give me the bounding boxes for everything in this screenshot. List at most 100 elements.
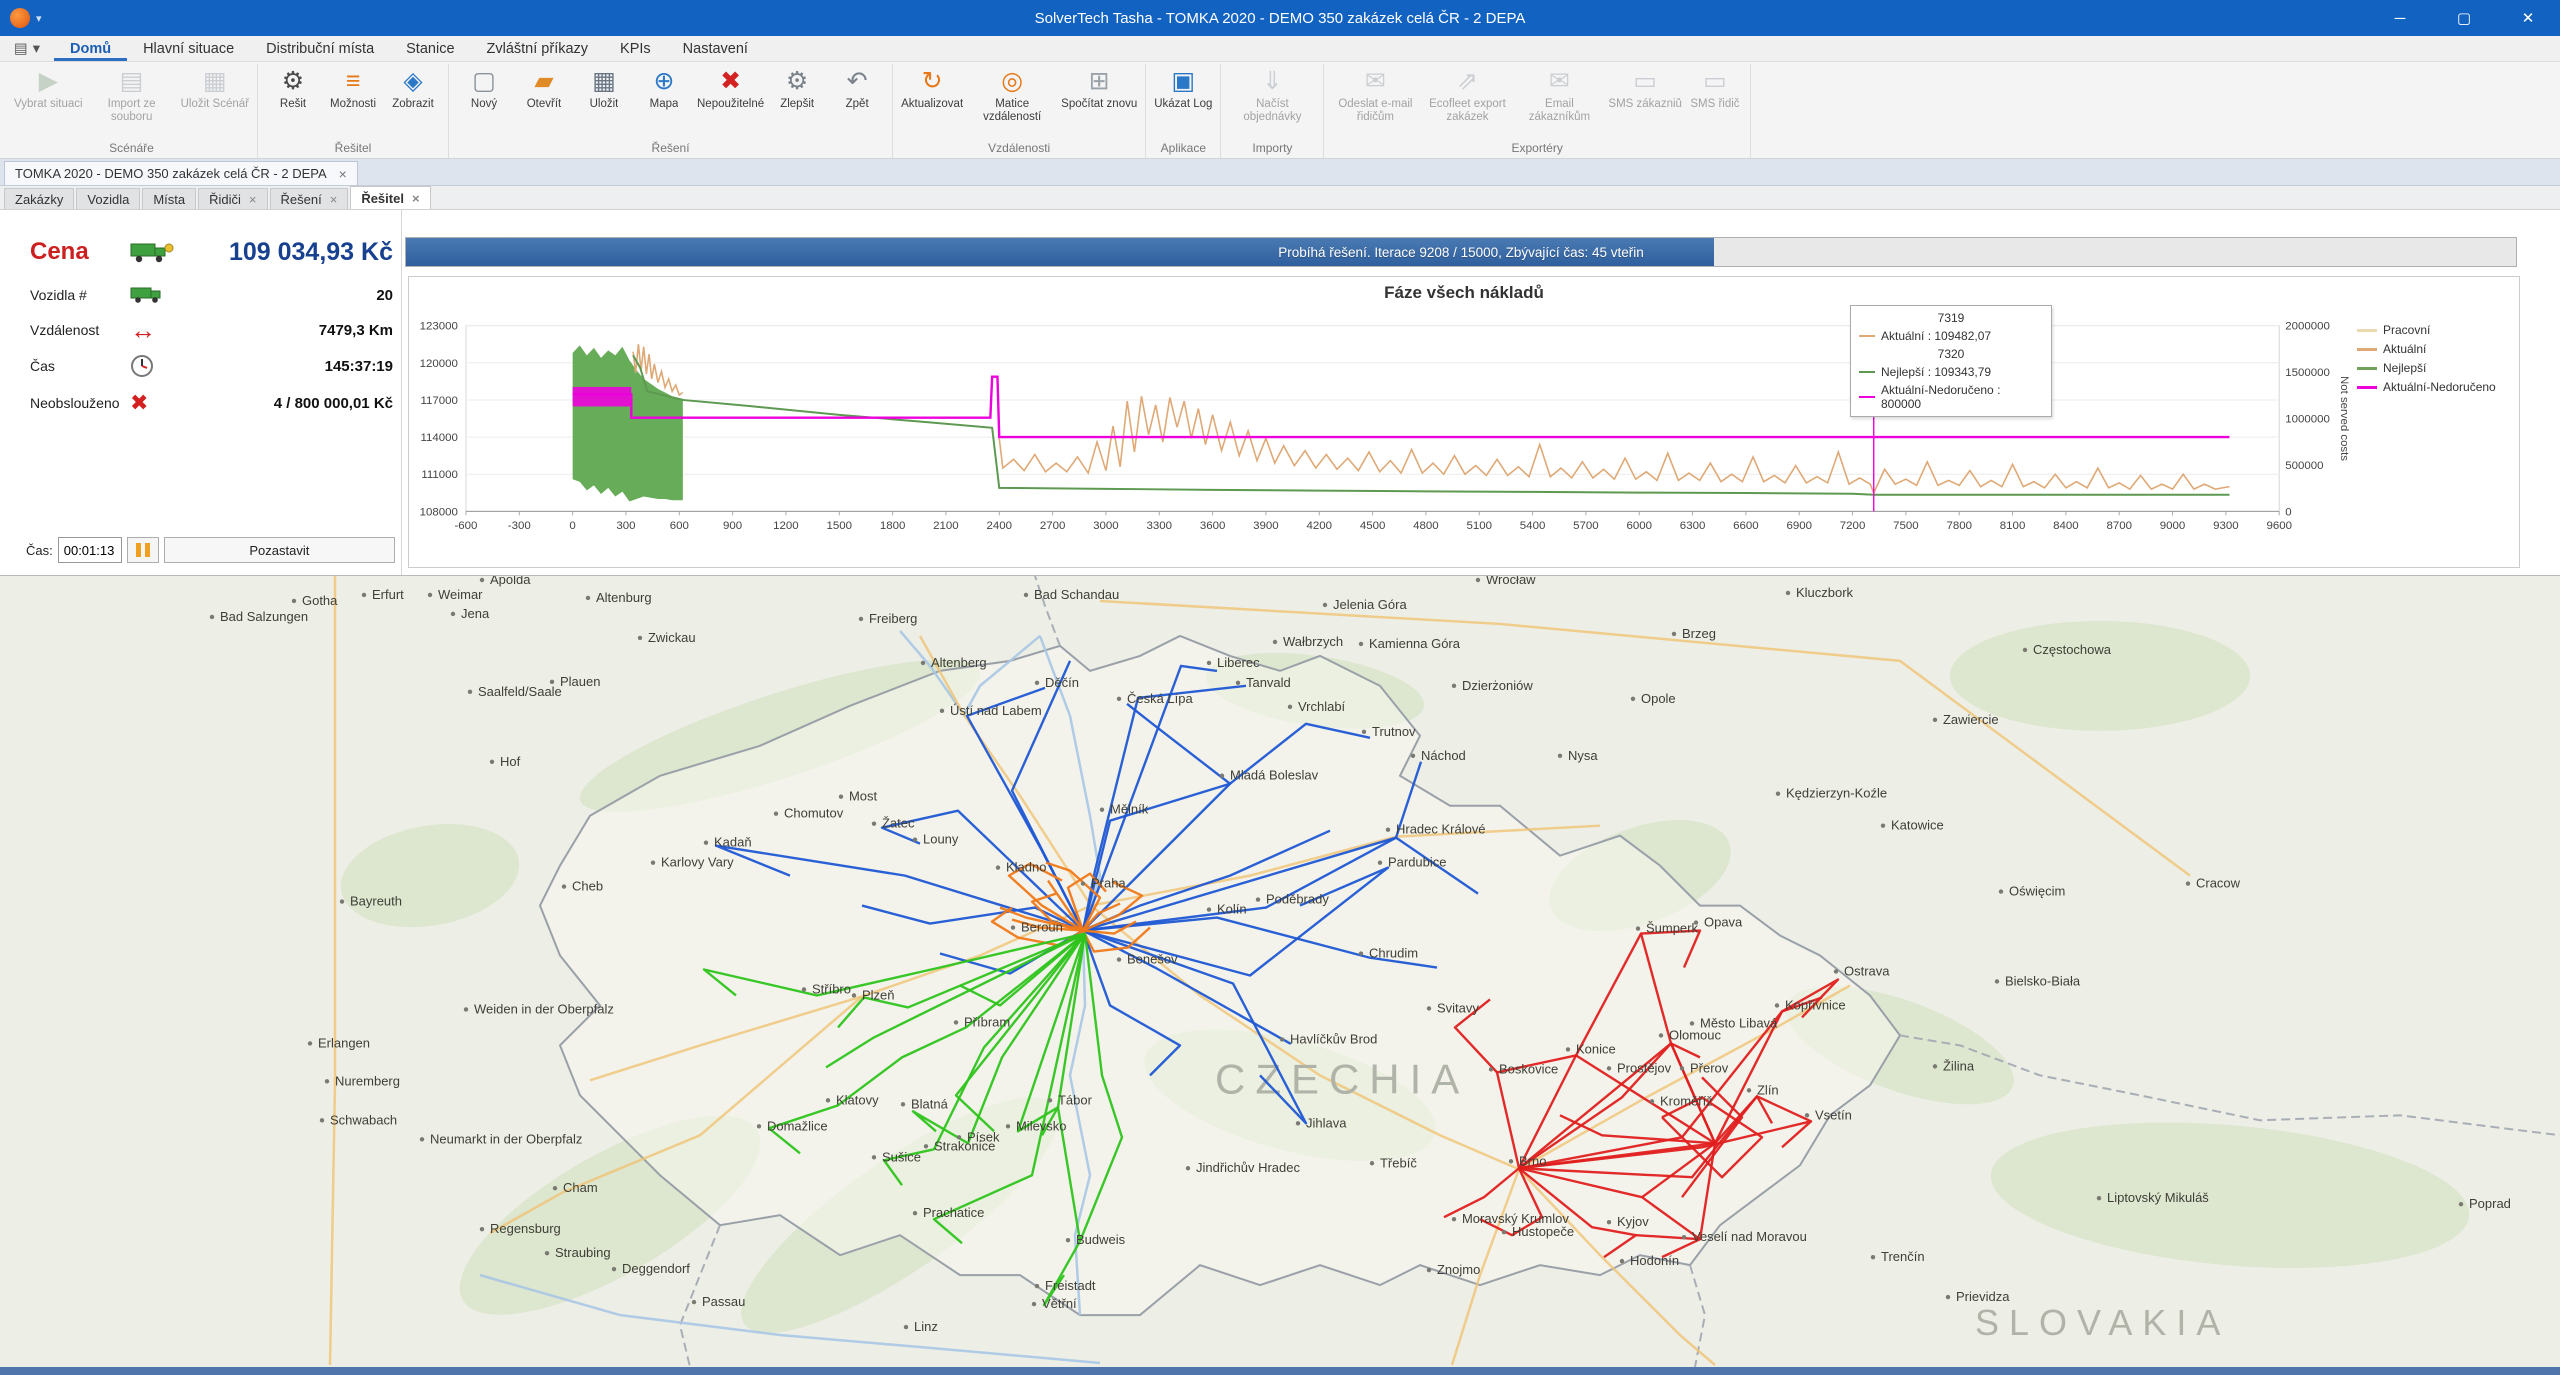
nejlepsi-swatch-icon <box>1859 371 1875 373</box>
sub-tab-reseni[interactable]: Řešení× <box>270 188 349 209</box>
document-tab[interactable]: TOMKA 2020 - DEMO 350 zakázek celá ČR - … <box>4 161 358 185</box>
solve-gear-icon: ⚙ <box>282 66 304 98</box>
legend-item: Nejlepší <box>2357 361 2519 375</box>
zpet-button[interactable]: ↶Zpět <box>827 64 887 126</box>
menu-tab-distribucni-mista[interactable]: Distribuční místa <box>250 36 390 61</box>
svg-text:114000: 114000 <box>421 432 458 444</box>
sub-tab-ridici[interactable]: Řidiči× <box>198 188 267 209</box>
svg-text:Mělník: Mělník <box>1110 802 1149 817</box>
legend-label: Aktuální-Nedoručeno <box>2383 380 2496 394</box>
sub-tab-resitel[interactable]: Řešitel× <box>350 186 430 209</box>
svg-text:Poprad: Poprad <box>2469 1196 2511 1211</box>
pause-button[interactable] <box>127 537 159 563</box>
spocitat-znovu-button[interactable]: ⊞Spočítat znovu <box>1058 64 1140 126</box>
menu-tab-hlavni-situace[interactable]: Hlavní situace <box>127 36 250 61</box>
svg-text:Kędzierzyn-Koźle: Kędzierzyn-Koźle <box>1786 786 1887 801</box>
ribbon-button-label: Zobrazit <box>392 98 434 126</box>
svg-text:Wrocław: Wrocław <box>1486 576 1536 587</box>
svg-text:Kluczbork: Kluczbork <box>1796 585 1854 600</box>
nepouzitelne-button[interactable]: ✖Nepoužitelné <box>694 64 767 126</box>
svg-text:Pardubice: Pardubice <box>1388 855 1447 870</box>
svg-text:Jena: Jena <box>461 606 490 621</box>
chevron-down-icon[interactable]: ▾ <box>36 12 42 25</box>
legend-label: Nejlepší <box>2383 361 2426 375</box>
maximize-button[interactable]: ▢ <box>2432 0 2496 36</box>
svg-text:Ostrava: Ostrava <box>1844 964 1890 979</box>
matice-vzdalenosti-button[interactable]: ◎Matice vzdáleností <box>966 64 1058 126</box>
map-horizontal-scrollbar[interactable] <box>0 1367 2560 1375</box>
elapsed-time-label: Čas: <box>26 543 53 558</box>
svg-text:2700: 2700 <box>1040 520 1066 532</box>
undo-icon: ↶ <box>847 66 868 98</box>
moznosti-button[interactable]: ≡Možnosti <box>323 64 383 126</box>
svg-text:Bielsko-Biała: Bielsko-Biała <box>2005 973 2081 988</box>
minimize-button[interactable]: ─ <box>2368 0 2432 36</box>
svg-text:Prostějov: Prostějov <box>1617 1060 1672 1075</box>
aktualizovat-button[interactable]: ↻Aktualizovat <box>898 64 966 126</box>
close-icon[interactable]: × <box>339 166 347 182</box>
distance-matrix-icon: ◎ <box>1001 66 1023 98</box>
svg-text:8100: 8100 <box>2000 520 2026 532</box>
svg-text:Příbram: Příbram <box>964 1014 1010 1029</box>
svg-text:Třebíč: Třebíč <box>1380 1155 1417 1170</box>
app-menu-button[interactable]: ▤ ▾ <box>0 36 54 61</box>
zlepsit-button[interactable]: ⚙Zlepšit <box>767 64 827 126</box>
svg-text:6000: 6000 <box>1626 520 1652 532</box>
svg-text:8700: 8700 <box>2106 520 2132 532</box>
sub-tab-mista[interactable]: Místa <box>142 188 196 209</box>
ribbon-button-label: Řešit <box>280 98 306 126</box>
ribbon-button-label: Uložit Scénář <box>181 98 249 126</box>
ukazat-log-button[interactable]: ▣Ukázat Log <box>1151 64 1215 126</box>
svg-text:1500: 1500 <box>827 520 853 532</box>
ribbon-group-label: Vzdálenosti <box>898 140 1140 158</box>
svg-text:Klatovy: Klatovy <box>836 1092 879 1107</box>
svg-text:Altenberg: Altenberg <box>931 655 987 670</box>
svg-text:Częstochowa: Częstochowa <box>2033 642 2112 657</box>
menu-tab-kpis[interactable]: KPIs <box>604 36 667 61</box>
sub-tab-zakazky[interactable]: Zakázky <box>4 188 74 209</box>
ribbon-button-label: Otevřít <box>527 98 562 126</box>
elapsed-time-input[interactable] <box>58 537 122 563</box>
tooltip-x-nejlepsi: 7320 <box>1938 347 1965 361</box>
pozastavit-button[interactable]: Pozastavit <box>164 537 395 563</box>
new-solution-icon: ▢ <box>472 66 496 98</box>
zobrazit-button[interactable]: ◈Zobrazit <box>383 64 443 126</box>
svg-text:Zawiercie: Zawiercie <box>1943 712 1999 727</box>
red-x-icon: ✖ <box>130 393 148 413</box>
close-button[interactable]: ✕ <box>2496 0 2560 36</box>
close-tab-icon[interactable]: × <box>249 192 257 207</box>
svg-text:Zwickau: Zwickau <box>648 630 696 645</box>
svg-text:9300: 9300 <box>2213 520 2239 532</box>
price-label: Cena <box>30 238 89 266</box>
legend-label: Aktuální <box>2383 342 2426 356</box>
svg-text:Milevsko: Milevsko <box>1016 1118 1067 1133</box>
map-canvas[interactable]: CZECHIASLOVAKIAApoldaWeimarJenaGothaErfu… <box>0 576 2560 1367</box>
ribbon-group-label: Aplikace <box>1151 140 1215 158</box>
svg-text:Chrudim: Chrudim <box>1369 946 1418 961</box>
ribbon-group-label: Importy <box>1226 140 1318 158</box>
close-tab-icon[interactable]: × <box>412 191 420 206</box>
close-tab-icon[interactable]: × <box>330 192 338 207</box>
ribbon-group-resitel: ⚙Řešit≡Možnosti◈ZobrazitŘešitel <box>258 64 449 158</box>
otevrit-button[interactable]: ▰Otevřít <box>514 64 574 126</box>
novy-button[interactable]: ▢Nový <box>454 64 514 126</box>
ribbon-button-label: SMS řidič <box>1690 98 1739 126</box>
sub-tab-vozidla[interactable]: Vozidla <box>76 188 140 209</box>
mapa-button[interactable]: ⊕Mapa <box>634 64 694 126</box>
menu-tab-stanice[interactable]: Stanice <box>390 36 470 61</box>
svg-text:Linz: Linz <box>914 1319 938 1334</box>
distance-label: Vzdálenost <box>30 322 99 338</box>
resit-button[interactable]: ⚙Řešit <box>263 64 323 126</box>
menu-tab-nastaveni[interactable]: Nastavení <box>667 36 764 61</box>
svg-text:Vsetín: Vsetín <box>1815 1107 1852 1122</box>
ribbon-button-label: Načíst objednávky <box>1229 98 1315 126</box>
ribbon-group-label: Exportéry <box>1329 140 1745 158</box>
map-view[interactable]: CZECHIASLOVAKIAApoldaWeimarJenaGothaErfu… <box>0 575 2560 1367</box>
svg-text:111000: 111000 <box>421 469 458 481</box>
svg-text:1000000: 1000000 <box>2285 414 2330 426</box>
menu-tab-zvlastni-prikazy[interactable]: Zvláštní příkazy <box>471 36 605 61</box>
menu-tab-domu[interactable]: Domů <box>54 36 127 61</box>
ribbon-group-aplikace: ▣Ukázat Log Aplikace <box>1146 64 1221 158</box>
ulozit-button[interactable]: ▦Uložit <box>574 64 634 126</box>
menu-bar: ▤ ▾ DomůHlavní situaceDistribuční místaS… <box>0 36 2560 62</box>
